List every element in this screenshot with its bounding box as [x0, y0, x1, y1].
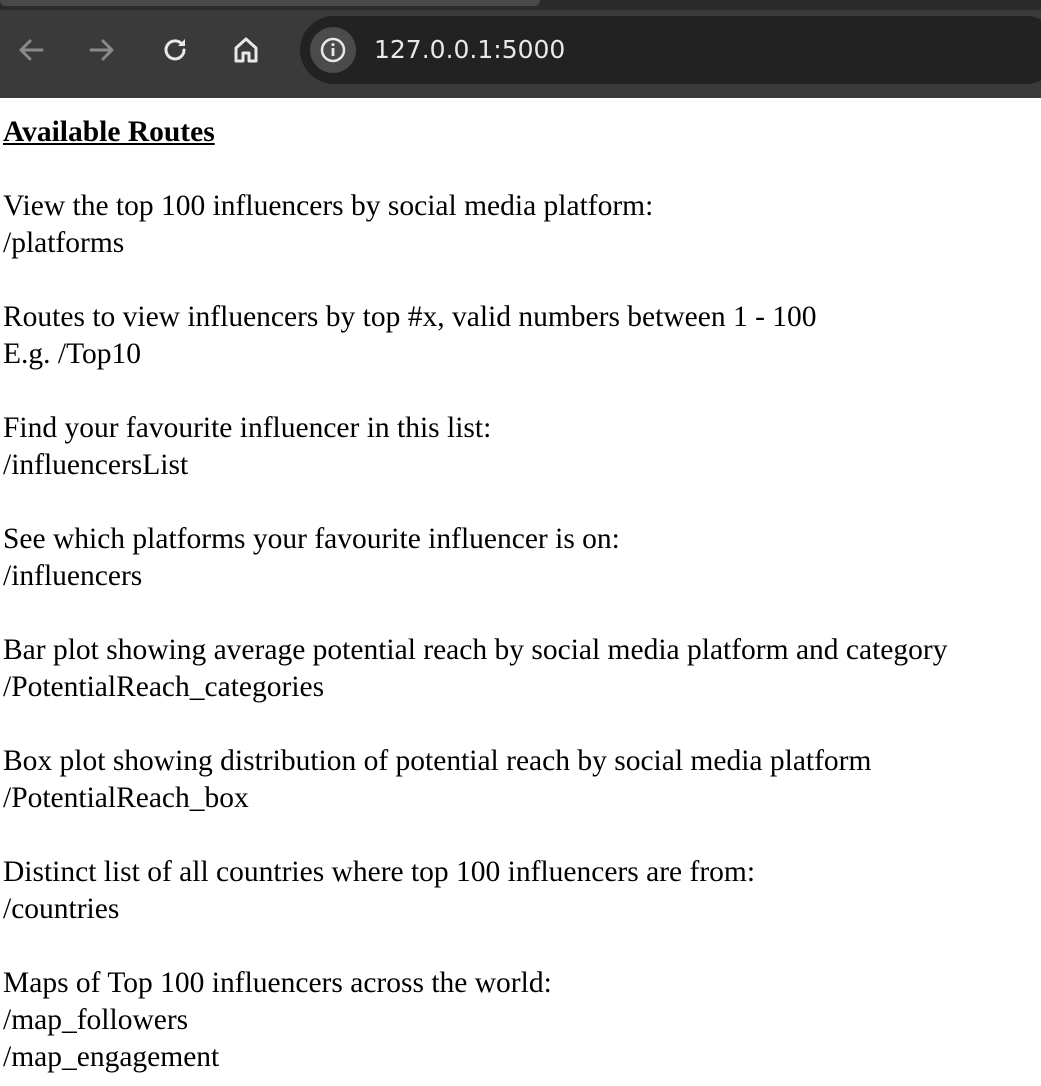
home-icon — [234, 37, 258, 63]
url-text[interactable]: 127.0.0.1:5000 — [374, 34, 565, 66]
route-section: Bar plot showing average potential reach… — [3, 632, 1039, 706]
route-section: Distinct list of all countries where top… — [3, 854, 1039, 928]
route-section: Find your favourite influencer in this l… — [3, 410, 1039, 484]
address-bar[interactable]: 127.0.0.1:5000 — [300, 16, 1041, 84]
info-icon — [320, 37, 346, 63]
page-title: Available Routes — [3, 116, 215, 148]
route-path: /PotentialReach_categories — [3, 671, 325, 703]
route-section: Maps of Top 100 influencers across the w… — [3, 965, 1039, 1076]
route-section: View the top 100 influencers by social m… — [3, 188, 1039, 262]
home-button[interactable] — [224, 28, 268, 72]
route-path: E.g. /Top10 — [3, 338, 142, 370]
route-description: Bar plot showing average potential reach… — [3, 634, 948, 666]
route-description: See which platforms your favourite influ… — [3, 523, 620, 555]
route-section: Box plot showing distribution of potenti… — [3, 743, 1039, 817]
route-path: /PotentialReach_box — [3, 782, 249, 814]
route-description: View the top 100 influencers by social m… — [3, 190, 654, 222]
route-path: /countries — [3, 893, 120, 925]
back-button[interactable] — [9, 28, 53, 72]
route-path: /platforms — [3, 227, 125, 259]
reload-button[interactable] — [153, 28, 197, 72]
route-path: /map_followers — [3, 1004, 189, 1036]
route-section: Routes to view influencers by top #x, va… — [3, 299, 1039, 373]
route-path: /influencersList — [3, 449, 189, 481]
route-description: Maps of Top 100 influencers across the w… — [3, 967, 552, 999]
route-path: /map_engagement — [3, 1041, 220, 1073]
route-description: Find your favourite influencer in this l… — [3, 412, 492, 444]
forward-arrow-icon — [89, 39, 114, 61]
active-tab[interactable] — [0, 0, 540, 6]
reload-icon — [164, 39, 186, 61]
route-description: Box plot showing distribution of potenti… — [3, 745, 872, 777]
site-info-button[interactable] — [310, 27, 356, 73]
tab-strip — [0, 0, 1041, 10]
route-section: See which platforms your favourite influ… — [3, 521, 1039, 595]
browser-toolbar: 127.0.0.1:5000 — [0, 0, 1041, 98]
route-description: Routes to view influencers by top #x, va… — [3, 301, 817, 333]
back-arrow-icon — [19, 39, 44, 61]
forward-button[interactable] — [80, 28, 124, 72]
route-path: /influencers — [3, 560, 143, 592]
page-content: Available Routes View the top 100 influe… — [3, 98, 1039, 1076]
route-description: Distinct list of all countries where top… — [3, 856, 756, 888]
